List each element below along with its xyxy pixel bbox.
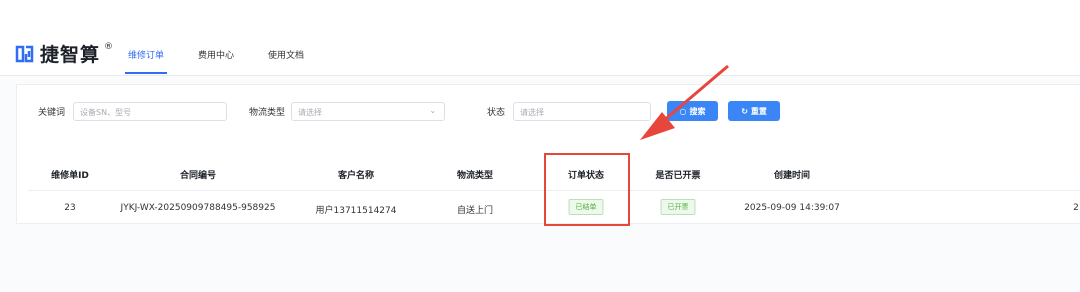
annotation-arrow-icon [640, 64, 729, 140]
